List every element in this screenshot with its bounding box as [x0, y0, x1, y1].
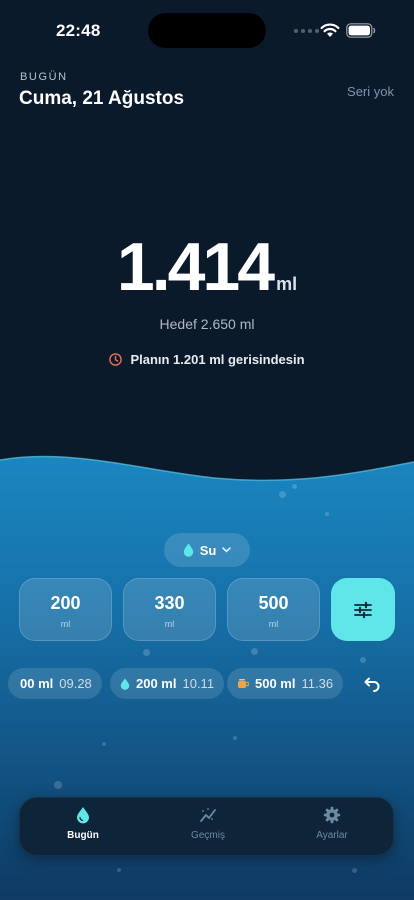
- tab-label: Bugün: [67, 830, 99, 841]
- quick-add-button-330[interactable]: 330 ml: [123, 578, 216, 641]
- goal-label: Hedef 2.650 ml: [159, 316, 255, 332]
- app-screen: 22:48 BUGÜN Cuma, 21 Ağustos Seri yok 1.…: [0, 0, 414, 900]
- tab-label: Ayarlar: [316, 830, 348, 841]
- battery-icon: [346, 23, 376, 38]
- quick-add-unit: ml: [268, 619, 279, 629]
- tab-today[interactable]: Bugün: [33, 806, 133, 841]
- bubble: [233, 736, 237, 740]
- quick-add-unit: ml: [60, 619, 71, 629]
- custom-amount-button[interactable]: [331, 578, 395, 641]
- streak-label[interactable]: Seri yok: [347, 84, 394, 99]
- wifi-icon: [320, 23, 340, 37]
- intake-amount: 1.414 ml: [0, 228, 414, 306]
- plan-status-text: Planın 1.201 ml gerisindesin: [130, 352, 305, 367]
- drink-type-label: Su: [199, 542, 217, 558]
- history-time: 11.36: [301, 676, 334, 691]
- bubble: [292, 484, 297, 489]
- coffee-icon: [238, 678, 249, 688]
- quick-add-button-200[interactable]: 200 ml: [19, 578, 112, 641]
- status-time: 22:48: [56, 21, 101, 40]
- history-amount: 00 ml: [20, 676, 54, 691]
- history-entry[interactable]: 00 ml 09.28: [8, 668, 102, 699]
- bubble: [143, 649, 150, 656]
- bubble: [102, 742, 106, 746]
- bubble: [352, 868, 357, 873]
- dynamic-island: [148, 13, 266, 48]
- bubble: [279, 491, 286, 498]
- history-time: 09.28: [59, 676, 92, 691]
- status-bar: 22:48: [0, 0, 414, 56]
- clock-icon: [109, 353, 123, 366]
- water-drop-icon: [183, 543, 193, 557]
- water-drop-icon: [77, 807, 89, 824]
- gear-icon: [323, 806, 341, 824]
- history-time: 10.11: [182, 676, 215, 691]
- tab-label: Geçmiş: [191, 830, 225, 841]
- page-title: Cuma, 21 Ağustos: [19, 88, 185, 109]
- tab-bar: Bugün Geçmiş Ayarlar: [19, 797, 394, 856]
- intake-unit: ml: [276, 274, 298, 294]
- history-amount: 500 ml: [255, 676, 296, 691]
- intake-value: 1.414: [116, 229, 275, 305]
- cellular-signal-icon: [294, 29, 319, 33]
- plan-status: Planın 1.201 ml gerisindesin: [0, 352, 414, 367]
- chevron-down-icon: [222, 547, 232, 553]
- history-entry[interactable]: 200 ml 10.11: [110, 668, 225, 699]
- sliders-icon: [354, 601, 372, 618]
- quick-add-button-500[interactable]: 500 ml: [227, 578, 320, 641]
- bubble: [251, 648, 258, 655]
- water-drop-icon: [120, 678, 130, 690]
- section-label: BUGÜN: [20, 71, 68, 83]
- tab-settings[interactable]: Ayarlar: [282, 806, 382, 841]
- quick-add-value: 200: [50, 593, 81, 613]
- quick-add-value: 500: [258, 593, 289, 613]
- bubble: [117, 868, 121, 872]
- chart-icon: [200, 808, 216, 822]
- drink-type-selector[interactable]: Su: [164, 533, 250, 567]
- bubble: [360, 657, 366, 663]
- tab-history[interactable]: Geçmiş: [158, 806, 258, 841]
- quick-add-unit: ml: [164, 619, 175, 629]
- bubble: [325, 512, 329, 516]
- quick-add-value: 330: [154, 593, 185, 613]
- history-entry[interactable]: 500 ml 11.36: [227, 668, 344, 699]
- bubble: [54, 781, 62, 789]
- history-amount: 200 ml: [136, 676, 177, 691]
- undo-icon[interactable]: [360, 674, 382, 694]
